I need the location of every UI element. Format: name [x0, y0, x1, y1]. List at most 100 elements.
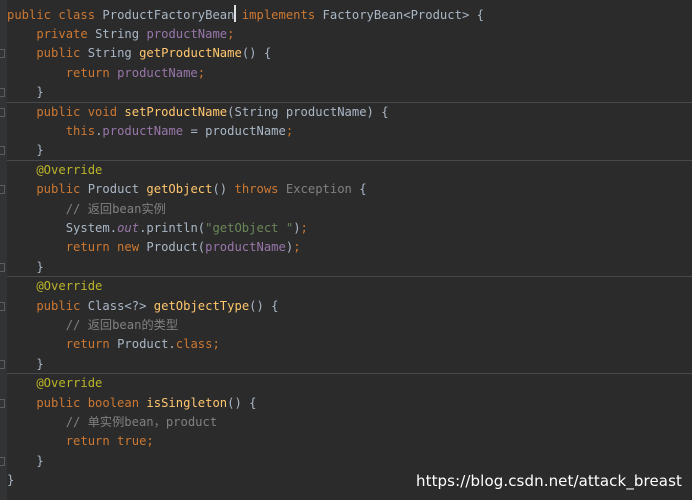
code-token: implements — [234, 7, 323, 22]
code-line[interactable]: public void setProductName(String produc… — [7, 103, 389, 122]
code-token: 返回 — [87, 201, 113, 216]
fold-marker-icon[interactable] — [0, 88, 5, 98]
code-line[interactable]: public Product getObject() throws Except… — [7, 180, 367, 199]
code-token: } — [7, 143, 44, 158]
code-line[interactable]: // 单实例bean，product — [7, 413, 218, 432]
code-token: = productName — [183, 123, 286, 138]
code-token: ， — [153, 414, 166, 429]
code-token: FactoryBean<Product> { — [322, 7, 484, 22]
code-token: { — [351, 182, 367, 197]
code-token: () { — [241, 46, 272, 61]
fold-marker-icon[interactable] — [0, 301, 5, 311]
code-token: ; — [146, 434, 154, 449]
text-caret — [234, 5, 236, 22]
code-line[interactable]: // 返回bean实例 — [7, 200, 166, 219]
code-line[interactable]: return Product.class; — [7, 335, 220, 354]
code-token: // — [7, 317, 88, 332]
code-token: 单实例 — [87, 414, 125, 429]
fold-marker-icon[interactable] — [0, 49, 5, 59]
fold-marker-icon[interactable] — [0, 107, 5, 117]
code-token: return true — [7, 434, 147, 449]
code-token: public void — [7, 104, 125, 119]
code-token: // — [7, 414, 88, 429]
code-token: return — [7, 337, 118, 352]
code-token: setProductName — [124, 104, 228, 119]
code-token: productName — [102, 123, 184, 138]
code-line[interactable]: // 返回bean的类型 — [7, 316, 178, 335]
code-token: ; — [300, 220, 308, 235]
code-line[interactable]: } — [7, 83, 43, 102]
code-token: getObjectType — [153, 298, 250, 313]
code-token: String — [95, 26, 147, 41]
code-token: product — [165, 414, 218, 429]
method-separator — [7, 159, 692, 161]
method-separator — [7, 276, 692, 278]
code-line[interactable]: } — [7, 258, 44, 277]
fold-marker-icon[interactable] — [0, 185, 5, 195]
code-line[interactable]: private String productName; — [7, 25, 235, 44]
code-line[interactable]: return productName; — [7, 64, 205, 83]
code-token: String — [87, 46, 140, 61]
fold-marker-icon[interactable] — [0, 359, 5, 369]
code-line[interactable]: return true; — [7, 432, 154, 451]
code-line[interactable]: public Class<?> getObjectType() { — [7, 297, 278, 316]
code-token: public boolean — [7, 395, 147, 410]
code-token: productName — [117, 65, 198, 80]
code-line[interactable]: } — [7, 141, 44, 160]
code-token: out — [117, 220, 140, 235]
fold-marker-icon[interactable] — [0, 146, 5, 156]
fold-marker-icon[interactable] — [0, 262, 5, 272]
code-token: Product( — [146, 240, 206, 255]
code-token: "getObject " — [205, 220, 294, 235]
fold-marker-icon[interactable] — [0, 398, 5, 408]
code-token: ProductFactoryBean — [102, 7, 235, 22]
code-token: return new — [7, 240, 147, 255]
code-editor[interactable]: public class ProductFactoryBean implemen… — [0, 0, 692, 500]
code-line[interactable]: @Override — [7, 161, 102, 180]
code-token: .println( — [139, 220, 206, 235]
code-line[interactable]: System.out.println("getObject "); — [7, 219, 308, 238]
code-token: ; — [212, 337, 220, 352]
code-line[interactable]: public boolean isSingleton() { — [7, 394, 256, 413]
code-token: Product — [87, 182, 147, 197]
code-token: throws — [234, 182, 286, 197]
code-token: public — [7, 46, 88, 61]
code-token: // — [7, 201, 88, 216]
code-token: 的类型 — [141, 317, 179, 332]
code-line[interactable]: } — [7, 355, 43, 374]
code-token: getObject — [146, 182, 213, 197]
code-token: Class<?> — [87, 298, 154, 313]
code-token: public class — [7, 7, 103, 22]
code-line[interactable]: return new Product(productName); — [7, 238, 301, 257]
code-token: bean — [112, 317, 142, 332]
code-line[interactable]: public String getProductName() { — [7, 44, 271, 63]
code-line[interactable]: } — [7, 471, 14, 490]
code-token: ; — [293, 240, 301, 255]
code-token: public — [7, 298, 88, 313]
code-token: @Override — [7, 162, 103, 177]
code-token: 返回 — [87, 317, 113, 332]
code-token: productName — [146, 26, 228, 41]
code-token: } — [7, 453, 44, 468]
method-separator — [7, 373, 692, 375]
code-token: ; — [227, 26, 235, 41]
code-token: @Override — [7, 376, 103, 391]
code-line[interactable]: this.productName = productName; — [7, 122, 294, 141]
code-token: @Override — [7, 279, 103, 294]
editor-gutter — [0, 0, 7, 500]
code-line[interactable]: public class ProductFactoryBean implemen… — [7, 6, 484, 25]
watermark-url: https://blog.csdn.net/attack_breast — [415, 472, 682, 490]
code-token: (String productName) { — [227, 104, 389, 119]
code-token: bean — [124, 414, 154, 429]
code-line[interactable]: @Override — [7, 374, 102, 393]
code-token: System. — [7, 220, 118, 235]
fold-marker-icon[interactable] — [0, 456, 5, 466]
code-token: 实例 — [141, 201, 166, 216]
code-line[interactable]: } — [7, 452, 44, 471]
code-token: public — [7, 182, 88, 197]
code-token: } — [7, 259, 44, 274]
code-token: ) — [293, 220, 301, 235]
code-token: ; — [285, 123, 294, 138]
method-separator — [7, 101, 692, 103]
code-line[interactable]: @Override — [7, 277, 102, 296]
